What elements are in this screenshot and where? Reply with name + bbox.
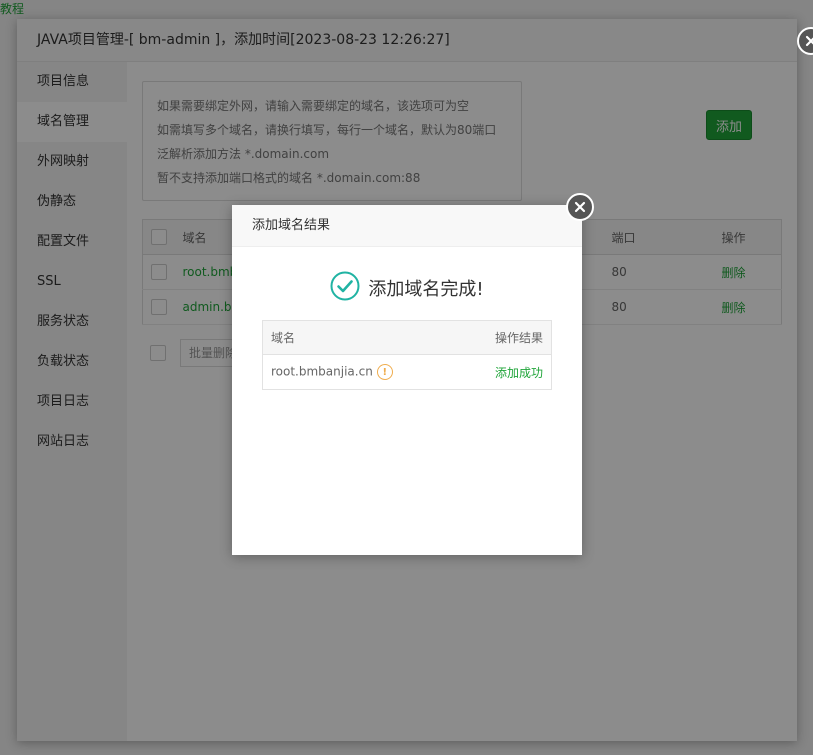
col-result: 操作结果 <box>455 320 552 355</box>
result-modal-title: 添加域名结果 <box>232 205 582 247</box>
table-header: 域名 操作结果 <box>262 320 552 355</box>
result-header: 添加域名完成! <box>232 271 582 305</box>
col-domain: 域名 <box>262 320 456 355</box>
result-modal: 添加域名结果 添加域名完成! 域名 操作结果 root.bmbanjia.cn!… <box>232 193 594 555</box>
result-message: 添加域名完成! <box>368 279 484 300</box>
result-domain: root.bmbanjia.cn <box>271 364 373 379</box>
warning-icon[interactable]: ! <box>376 364 393 380</box>
success-check-icon <box>330 271 360 305</box>
table-row: root.bmbanjia.cn! 添加成功 <box>263 355 552 390</box>
result-status: 添加成功 <box>494 365 543 380</box>
close-icon[interactable] <box>566 193 594 221</box>
result-table: 域名 操作结果 root.bmbanjia.cn! 添加成功 <box>262 320 552 390</box>
